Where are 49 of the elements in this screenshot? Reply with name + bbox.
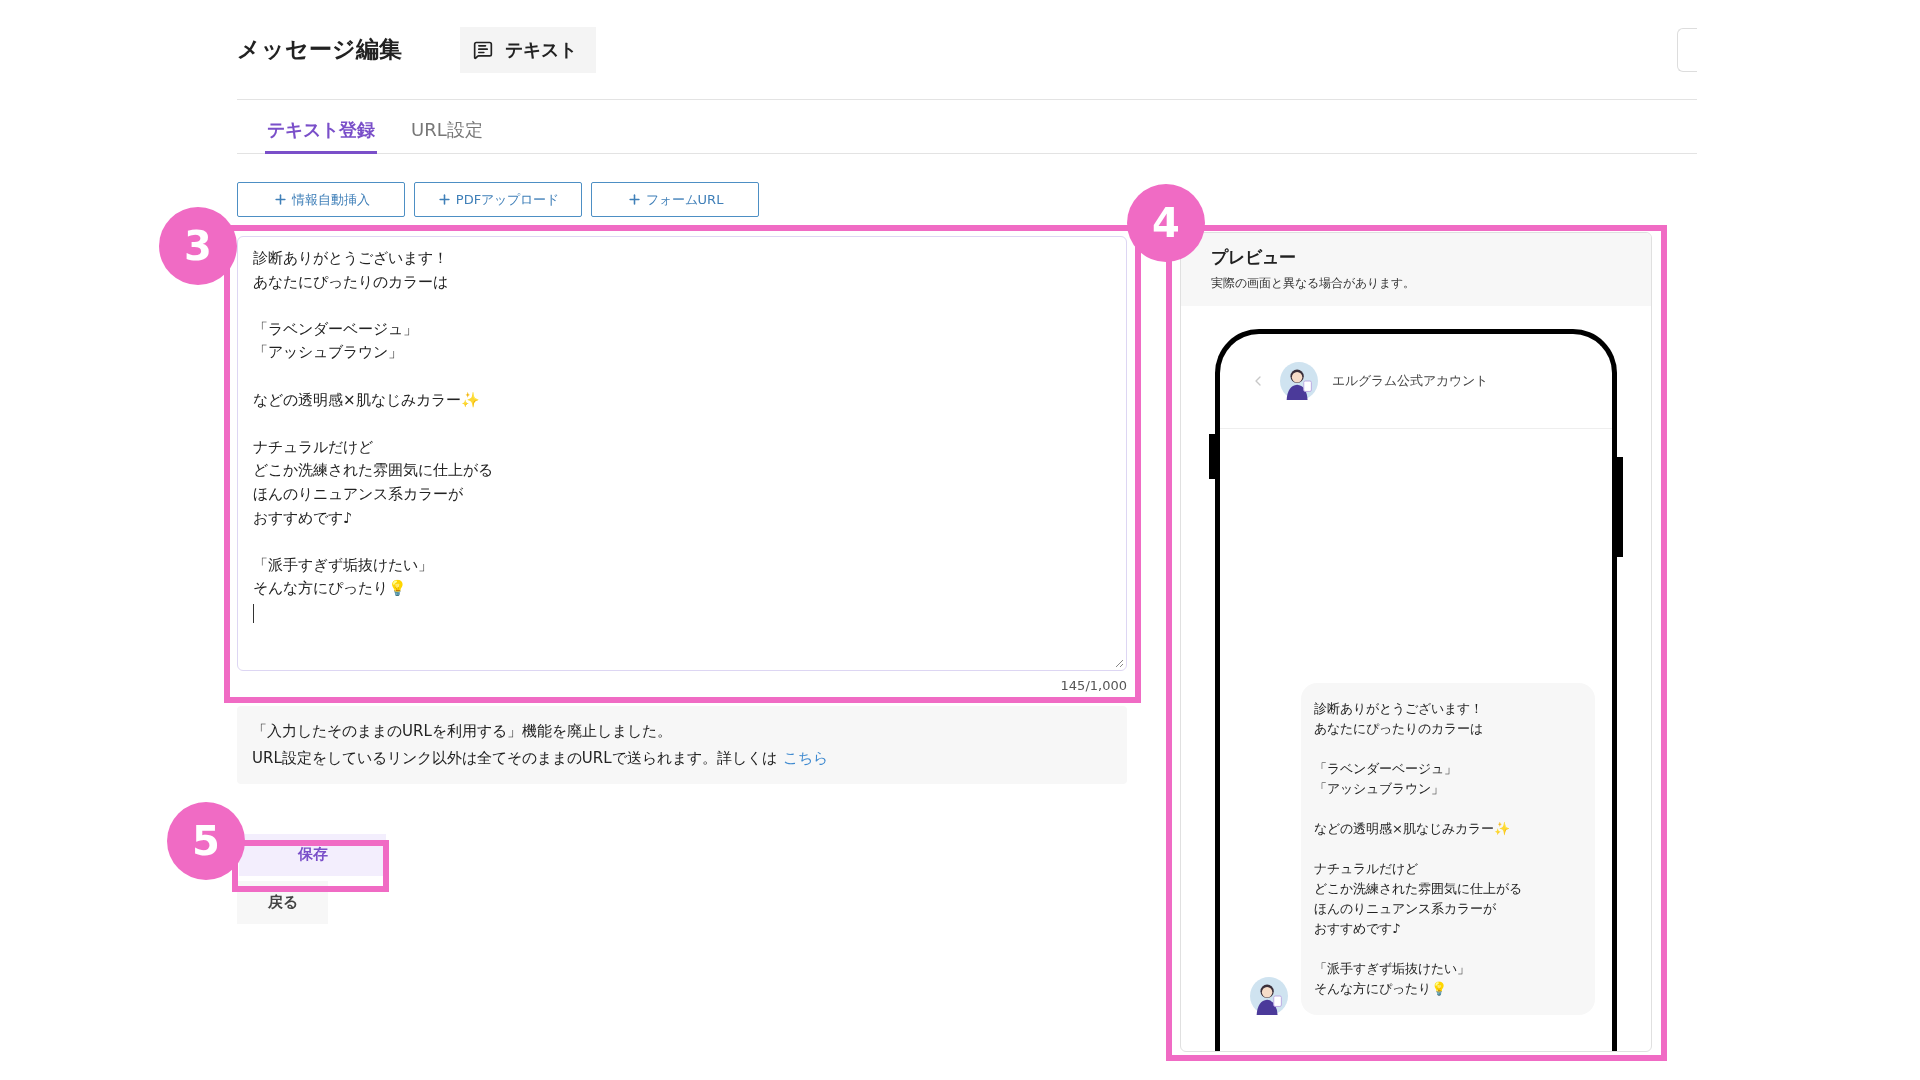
insert-button[interactable]: フォームURL [591,182,759,217]
message-type-label: テキスト [505,38,577,62]
message-line: 「アッシュブラウン」 [1314,780,1444,798]
message-line: どこか洗練された雰囲気に仕上がる [253,460,493,482]
message-input[interactable]: 診断ありがとうございます！ あなたにぴったりのカラーは 「ラベンダーベージュ」 「アッシュブラウン」 などの透明感×肌なじみカラー✨ ナチュラルだけど どこか洗練された雰囲気に仕上がる ほんのりニュアンス系カラーが おすすめです♪ 「派手すぎず垢抜けたい」 そんな方にぴったり💡 [237,236,1127,671]
page-title: メッセージ編集 [237,35,403,65]
details-link[interactable]: こちら [782,744,828,772]
plus-icon [626,192,642,207]
message-line: おすすめです♪ [1314,920,1401,938]
avatar-icon [1250,977,1288,1015]
avatar-icon [1280,362,1318,400]
plus-icon [436,192,452,207]
chat-bubble-icon [473,39,493,60]
step-number-badge: 4 [1127,184,1205,262]
notice-text: 「入力したそのままのURLを利用する」機能を廃止しました。 [252,720,673,742]
tab[interactable]: URL設定 [409,116,485,153]
message-line: 「ラベンダーベージュ」 [253,318,418,340]
plus-icon [272,192,288,207]
character-counter: 145/1,000 [1060,677,1127,695]
insert-button[interactable]: 情報自動挿入 [237,182,405,217]
message-line: あなたにぴったりのカラーは [253,271,448,293]
tab[interactable]: テキスト登録 [265,116,377,154]
message-line: などの透明感×肌なじみカラー✨ [1314,820,1510,838]
preview-note: 実際の画面と異なる場合があります。 [1211,274,1416,292]
message-line: などの透明感×肌なじみカラー✨ [253,389,480,411]
message-line: 診断ありがとうございます！ [253,248,448,269]
message-line: ほんのりニュアンス系カラーが [1314,900,1496,918]
message-line: 「ラベンダーベージュ」 [1314,760,1457,778]
message-line: そんな方にぴったり💡 [1314,980,1447,998]
step-number-badge: 5 [167,802,245,880]
message-line: 診断ありがとうございます！ [1314,700,1483,718]
resize-handle-icon[interactable] [1115,659,1124,668]
message-line: ほんのりニュアンス系カラーが [253,483,463,505]
preview-title: プレビュー [1211,246,1297,269]
account-name: エルグラム公式アカウント [1332,372,1488,391]
message-line: そんな方にぴったり💡 [253,578,407,600]
step-number-badge: 3 [159,207,237,285]
text-cursor [253,603,254,623]
message-line: どこか洗練された雰囲気に仕上がる [1314,880,1522,898]
message-line: ナチュラルだけど [253,436,373,458]
message-line: ナチュラルだけど [1314,860,1418,878]
notice-text: URL設定をしているリンク以外は全てそのままのURLで送られます。詳しくは [252,747,777,769]
message-line: 「派手すぎず垢抜けたい」 [253,554,433,576]
message-line: あなたにぴったりのカラーは [1314,720,1483,738]
insert-button[interactable]: PDFアップロード [414,182,582,217]
message-line: 「アッシュブラウン」 [253,342,403,364]
message-line: 「派手すぎず垢抜けたい」 [1314,960,1470,978]
message-line: おすすめです♪ [253,507,353,529]
header-button[interactable] [1677,27,1697,72]
